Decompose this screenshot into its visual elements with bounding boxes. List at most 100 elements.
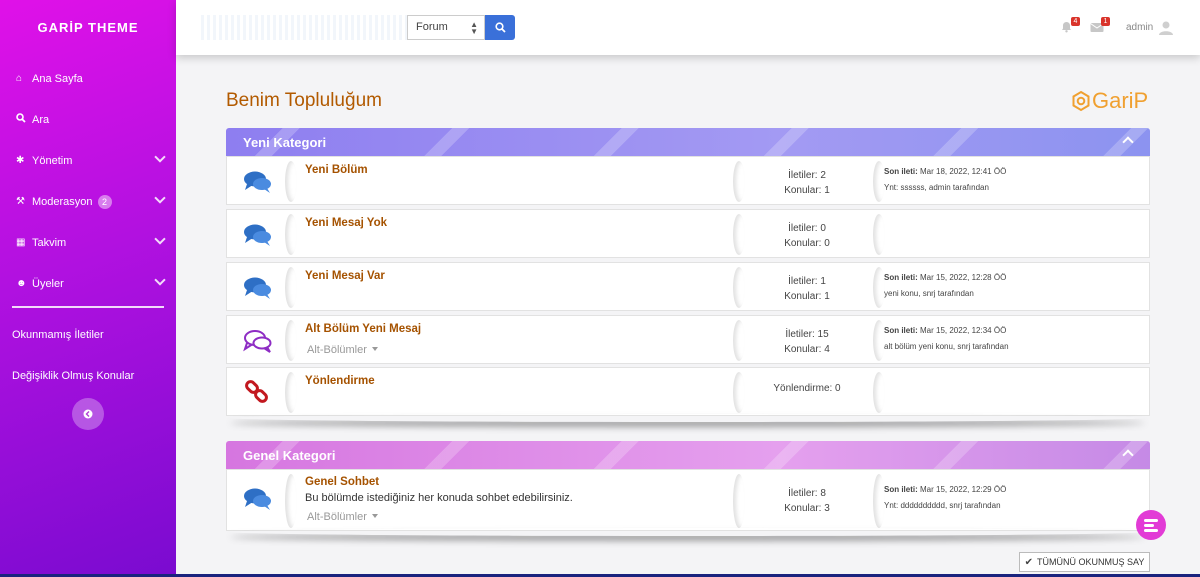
column-separator	[733, 214, 745, 255]
search-button[interactable]	[485, 15, 515, 40]
mark-all-read-label: TÜMÜNÜ OKUNMUŞ SAY	[1037, 557, 1145, 567]
forum-title-link[interactable]: Yeni Mesaj Yok	[305, 217, 387, 229]
chevron-down-icon[interactable]	[154, 192, 166, 204]
moderation-badge: 2	[97, 194, 112, 209]
chat-bubbles-icon[interactable]	[243, 222, 273, 248]
sidebar-item-label: Ana Sayfa	[32, 72, 83, 85]
forum-title-link[interactable]: Genel Sohbet	[305, 476, 379, 488]
home-icon: ⌂	[16, 73, 23, 84]
page-title: Benim Topluluğum	[226, 90, 382, 111]
column-separator	[733, 474, 745, 528]
last-post-label: Son ileti:	[884, 273, 918, 282]
last-post-link[interactable]: Ynt: ssssss, admin tarafından	[884, 180, 1006, 196]
sidebar-item-label: Okunmamış İletiler	[12, 328, 104, 341]
avatar[interactable]	[1158, 20, 1174, 36]
column-separator	[285, 267, 297, 308]
sidebar-item-changed-topics[interactable]: Değişiklik Olmuş Konular	[0, 355, 176, 396]
messages-button[interactable]: 1	[1090, 17, 1110, 32]
caret-down-icon	[371, 514, 378, 518]
forum-description: Bu bölümde istediğiniz her konuda sohbet…	[305, 492, 573, 504]
chevron-down-icon[interactable]	[154, 233, 166, 245]
sidebar: GARİP THEME ⌂ Ana Sayfa Ara ✱ Yönetim ⚒ …	[0, 0, 176, 577]
topics-count: Konular: 3	[784, 503, 830, 514]
last-post-date: Mar 15, 2022, 12:28 ÖÖ	[920, 273, 1007, 282]
site-logo[interactable]: GariP	[1070, 86, 1148, 116]
column-separator	[733, 320, 745, 361]
forum-row: Genel Sohbet Bu bölümde istediğiniz her …	[226, 469, 1150, 531]
chat-bubbles-icon[interactable]	[243, 169, 273, 195]
last-post-date: Mar 15, 2022, 12:29 ÖÖ	[920, 485, 1007, 494]
category-header[interactable]: Genel Kategori	[226, 441, 1150, 469]
subboards-dropdown[interactable]: Alt-Bölümler	[307, 344, 378, 356]
chat-bubbles-icon[interactable]	[243, 275, 273, 301]
last-post: Son ileti: Mar 15, 2022, 12:34 ÖÖ alt bö…	[884, 323, 1009, 355]
category-header[interactable]: Yeni Kategori	[226, 128, 1150, 156]
last-post-date: Mar 15, 2022, 12:34 ÖÖ	[920, 326, 1007, 335]
last-post: Son ileti: Mar 15, 2022, 12:28 ÖÖ yeni k…	[884, 270, 1006, 302]
forum-title-link[interactable]: Yeni Mesaj Var	[305, 270, 385, 282]
sidebar-item-admin[interactable]: ✱ Yönetim	[0, 140, 176, 181]
forum-title-link[interactable]: Alt Bölüm Yeni Mesaj	[305, 323, 421, 335]
sidebar-item-label: Takvim	[32, 236, 67, 249]
search-input[interactable]	[201, 15, 408, 40]
category-shadow	[230, 414, 1145, 422]
sidebar-item-label: Üyeler	[32, 277, 64, 290]
topics-count: Konular: 1	[784, 291, 830, 302]
sidebar-item-search[interactable]: Ara	[0, 99, 176, 140]
sidebar-collapse-button[interactable]	[72, 398, 104, 430]
chat-bubbles-outline-icon[interactable]	[243, 328, 273, 354]
notifications-count: 4	[1071, 17, 1080, 26]
search-scope-value: Forum	[416, 21, 448, 33]
forum-row: Yeni Mesaj Var İletiler: 1 Konular: 1 So…	[226, 262, 1150, 311]
redirect-count: Yönlendirme: 0	[773, 383, 841, 394]
search-scope-select[interactable]: Forum ▲ ▼	[407, 15, 485, 40]
forum-stats: İletiler: 1 Konular: 1	[757, 274, 857, 304]
chevron-down-icon[interactable]	[154, 274, 166, 286]
user-name[interactable]: admin	[1126, 22, 1153, 33]
last-post-date: Mar 18, 2022, 12:41 ÖÖ	[920, 167, 1007, 176]
posts-count: İletiler: 2	[788, 170, 826, 181]
caret-down-icon	[371, 347, 378, 351]
last-post-link[interactable]: alt bölüm yeni konu, snrj tarafından	[884, 339, 1009, 355]
forum-title-link[interactable]: Yeni Bölüm	[305, 164, 368, 176]
sidebar-divider	[12, 306, 164, 308]
last-post: Son ileti: Mar 15, 2022, 12:29 ÖÖ Ynt: d…	[884, 482, 1006, 514]
topbar: Forum ▲ ▼ 4 1 admin	[176, 0, 1200, 55]
category-title[interactable]: Yeni Kategori	[243, 135, 326, 150]
subboards-dropdown[interactable]: Alt-Bölümler	[307, 511, 378, 523]
chevron-down-icon[interactable]	[154, 151, 166, 163]
logo-gear-icon	[1072, 90, 1090, 112]
posts-count: İletiler: 1	[788, 276, 826, 287]
category-title[interactable]: Genel Kategori	[243, 448, 335, 463]
notifications-button[interactable]: 4	[1060, 17, 1080, 33]
check-icon: ✔	[1024, 556, 1034, 568]
last-post-link[interactable]: yeni konu, snrj tarafından	[884, 286, 1006, 302]
forum-stats: İletiler: 15 Konular: 4	[757, 327, 857, 357]
brand-title[interactable]: GARİP THEME	[0, 0, 176, 55]
last-post-label: Son ileti:	[884, 485, 918, 494]
sidebar-item-home[interactable]: ⌂ Ana Sayfa	[0, 58, 176, 99]
sidebar-item-members[interactable]: ☻ Üyeler	[0, 263, 176, 304]
wrench-icon: ⚒	[16, 196, 25, 207]
link-chain-icon[interactable]	[243, 380, 273, 406]
topics-count: Konular: 4	[784, 344, 830, 355]
last-post: Son ileti: Mar 18, 2022, 12:41 ÖÖ Ynt: s…	[884, 164, 1006, 196]
posts-count: İletiler: 15	[785, 329, 829, 340]
forum-row: Yönlendirme Yönlendirme: 0	[226, 367, 1150, 416]
last-post-link[interactable]: Ynt: dddddddddd, snrj tarafından	[884, 498, 1006, 514]
forum-row: Alt Bölüm Yeni Mesaj Alt-Bölümler İletil…	[226, 315, 1150, 364]
menu-icon	[1144, 519, 1158, 532]
topics-count: Konular: 1	[784, 185, 830, 196]
column-separator	[733, 267, 745, 308]
mark-all-read-button[interactable]: ✔ TÜMÜNÜ OKUNMUŞ SAY	[1019, 552, 1150, 572]
floating-menu-button[interactable]	[1136, 510, 1166, 540]
forum-stats: İletiler: 2 Konular: 1	[757, 168, 857, 198]
last-post-label: Son ileti:	[884, 167, 918, 176]
forum-title-link[interactable]: Yönlendirme	[305, 375, 375, 387]
sidebar-item-calendar[interactable]: ▦ Takvim	[0, 222, 176, 263]
sidebar-item-unread[interactable]: Okunmamış İletiler	[0, 314, 176, 355]
sidebar-item-moderation[interactable]: ⚒ Moderasyon 2	[0, 181, 176, 222]
search-icon	[494, 22, 506, 33]
chat-bubbles-icon[interactable]	[243, 486, 273, 512]
sidebar-item-label: Ara	[32, 113, 50, 126]
